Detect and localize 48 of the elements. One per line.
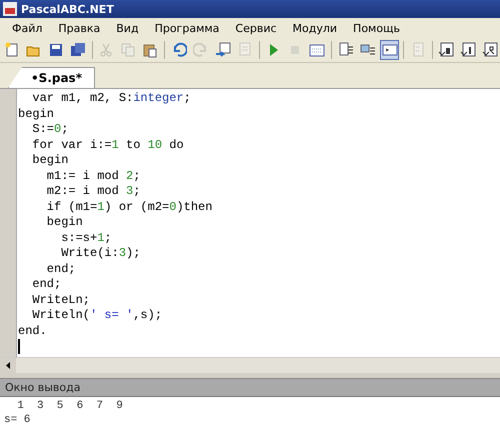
- paste-icon: [142, 42, 158, 58]
- output-line: 1 3 5 6 7 9: [16, 399, 124, 413]
- app-icon: [3, 2, 17, 16]
- code-line: Write(i:3);: [60, 246, 142, 262]
- scroll-left-button[interactable]: [0, 358, 16, 373]
- code-line: m1:= i mod 2;: [46, 168, 142, 184]
- document-arrow-icon: [214, 42, 231, 58]
- code-line: end.: [18, 324, 48, 339]
- panel-title: Окно вывода: [5, 381, 80, 394]
- menu-item[interactable]: Правка: [50, 22, 108, 34]
- menu-item[interactable]: Сервис: [227, 22, 285, 34]
- step-document-icon: [438, 42, 454, 58]
- menu-item[interactable]: Программа: [146, 22, 228, 34]
- text-cursor: [18, 339, 20, 354]
- code-line: if (m1=1) or (m2=0)then: [46, 200, 212, 215]
- menu-item[interactable]: Модули: [284, 22, 346, 34]
- copy-icon: [120, 42, 136, 58]
- step-document-icon: [482, 42, 498, 58]
- left-arrow-icon: [6, 362, 10, 369]
- menu-item[interactable]: Вид: [108, 22, 147, 34]
- save-all-icon: [70, 42, 86, 58]
- menu-item[interactable]: Файл: [4, 22, 50, 34]
- code-line: begin: [18, 106, 56, 122]
- redo-icon: [192, 42, 209, 58]
- code-line: m2:= i mod 3;: [46, 184, 142, 200]
- code-line: Writeln(' s= ',s);: [31, 308, 164, 324]
- document-icon: [237, 42, 254, 58]
- code-line: begin: [31, 153, 70, 168]
- toolbar-button[interactable]: [380, 40, 400, 60]
- code-line: end;: [46, 262, 77, 277]
- code-line: for var i:=1 to 10 do: [31, 138, 185, 153]
- code-line: var m1, m2, S:integer;: [31, 91, 192, 106]
- document-lines-icon: [338, 42, 354, 58]
- new-file-icon: [4, 42, 20, 58]
- save-icon: [48, 42, 64, 58]
- code-line: WriteLn;: [31, 292, 92, 308]
- code-line: S:=0;: [31, 122, 70, 138]
- output-line: s= 6: [4, 413, 32, 427]
- grid-window-icon: [309, 42, 326, 58]
- file-tab[interactable]: •S.pas*: [8, 67, 95, 88]
- cut-icon: [98, 42, 114, 58]
- code-line: s:=s+1;: [60, 230, 113, 246]
- code-line: begin: [46, 215, 84, 230]
- window-title: PascalABC.NET: [21, 2, 114, 16]
- code-line: end;: [31, 277, 62, 292]
- menu-item[interactable]: Помощь: [345, 22, 408, 34]
- console-icon: [382, 42, 398, 58]
- step-document-icon: [460, 42, 476, 58]
